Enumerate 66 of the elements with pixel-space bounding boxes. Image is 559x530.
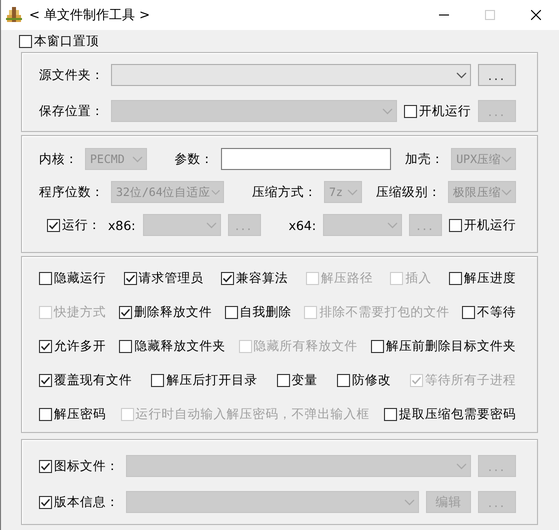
checkbox[interactable]: [118, 306, 132, 318]
checkbox-label: 解压密码: [54, 406, 106, 422]
checkbox[interactable]: [276, 374, 290, 386]
browse-button[interactable]: ...: [478, 64, 516, 86]
checkbox-label: 兼容算法: [236, 270, 288, 286]
checkbox-label: 允许多开: [54, 338, 106, 354]
checkbox[interactable]: [39, 408, 52, 420]
checkbox-label: 覆盖现有文件: [54, 372, 132, 388]
checkbox[interactable]: [39, 460, 52, 472]
checkbox[interactable]: [370, 340, 384, 352]
checkbox[interactable]: [39, 272, 52, 284]
checkbox-label: 开机运行: [419, 102, 471, 120]
checkbox-label: 快捷方式: [54, 304, 106, 320]
checkbox[interactable]: [119, 340, 132, 352]
checkbox-label: 解压路径: [320, 270, 373, 286]
checkbox[interactable]: [39, 340, 52, 352]
field-label: 程序位数：: [39, 184, 104, 200]
field-label: 加壳：: [405, 150, 444, 168]
app-icon: [5, 6, 23, 24]
checkbox-label: 插入: [405, 270, 432, 286]
checkbox-label: 运行：: [62, 216, 101, 234]
checkbox-label: 解压前删除目标文件夹: [386, 338, 516, 354]
close-icon: [531, 10, 541, 20]
window-title: < 单文件制作工具 >: [29, 7, 152, 24]
checkbox[interactable]: [124, 272, 137, 284]
checkbox-label: 隐藏运行: [54, 270, 106, 286]
checkbox-label: 图标文件：: [54, 458, 119, 474]
field-label: 参数：: [174, 150, 214, 168]
checkbox-label: 版本信息：: [54, 494, 119, 510]
checkbox[interactable]: [47, 218, 60, 232]
checkbox-label: 隐藏释放文件夹: [134, 338, 226, 354]
checkbox-label: 解压后打开目录: [166, 372, 258, 388]
checkbox[interactable]: [448, 218, 462, 232]
checkbox-label: 不等待: [477, 304, 516, 320]
checkbox-label: 本窗口置顶: [34, 32, 99, 50]
checkbox[interactable]: [19, 34, 32, 48]
checkbox-label: 防修改: [352, 372, 391, 388]
params-input[interactable]: [220, 148, 392, 170]
checkbox-label: 等待所有子进程: [425, 372, 516, 388]
checkbox-label: 隐藏所有释放文件: [254, 338, 358, 354]
field-label: 压缩级别：: [376, 184, 441, 200]
field-label: 压缩方式：: [252, 184, 317, 200]
field-label: x86:: [108, 218, 136, 232]
checkbox-label: 删除释放文件: [134, 304, 212, 320]
checkbox-label: 解压进度: [464, 270, 516, 286]
checkbox[interactable]: [336, 374, 350, 386]
field-label: 内核：: [39, 150, 78, 168]
checkbox[interactable]: [39, 496, 52, 508]
checkbox[interactable]: [384, 408, 397, 420]
field-label: 源文件夹：: [39, 66, 104, 84]
checkbox-label: 提取压缩包需要密码: [399, 406, 516, 422]
checkbox-label: 自我删除: [240, 304, 292, 320]
field-label: 保存位置：: [39, 102, 104, 120]
checkbox-label: 排除不需要打包的文件: [319, 304, 450, 320]
checkbox-label: 变量: [292, 372, 318, 388]
checkbox[interactable]: [151, 374, 164, 386]
maximize-icon: [485, 10, 495, 20]
checkbox[interactable]: [39, 374, 52, 386]
field-label: x64:: [288, 218, 316, 232]
checkbox-label: 请求管理员: [138, 270, 204, 286]
checkbox[interactable]: [448, 272, 462, 284]
checkbox[interactable]: [221, 272, 234, 284]
checkbox-label: 运行时自动输入解压密码，不弹出输入框: [136, 406, 370, 422]
checkbox[interactable]: [462, 306, 475, 318]
checkbox-label: 开机运行: [464, 216, 516, 234]
checkbox[interactable]: [224, 306, 238, 318]
